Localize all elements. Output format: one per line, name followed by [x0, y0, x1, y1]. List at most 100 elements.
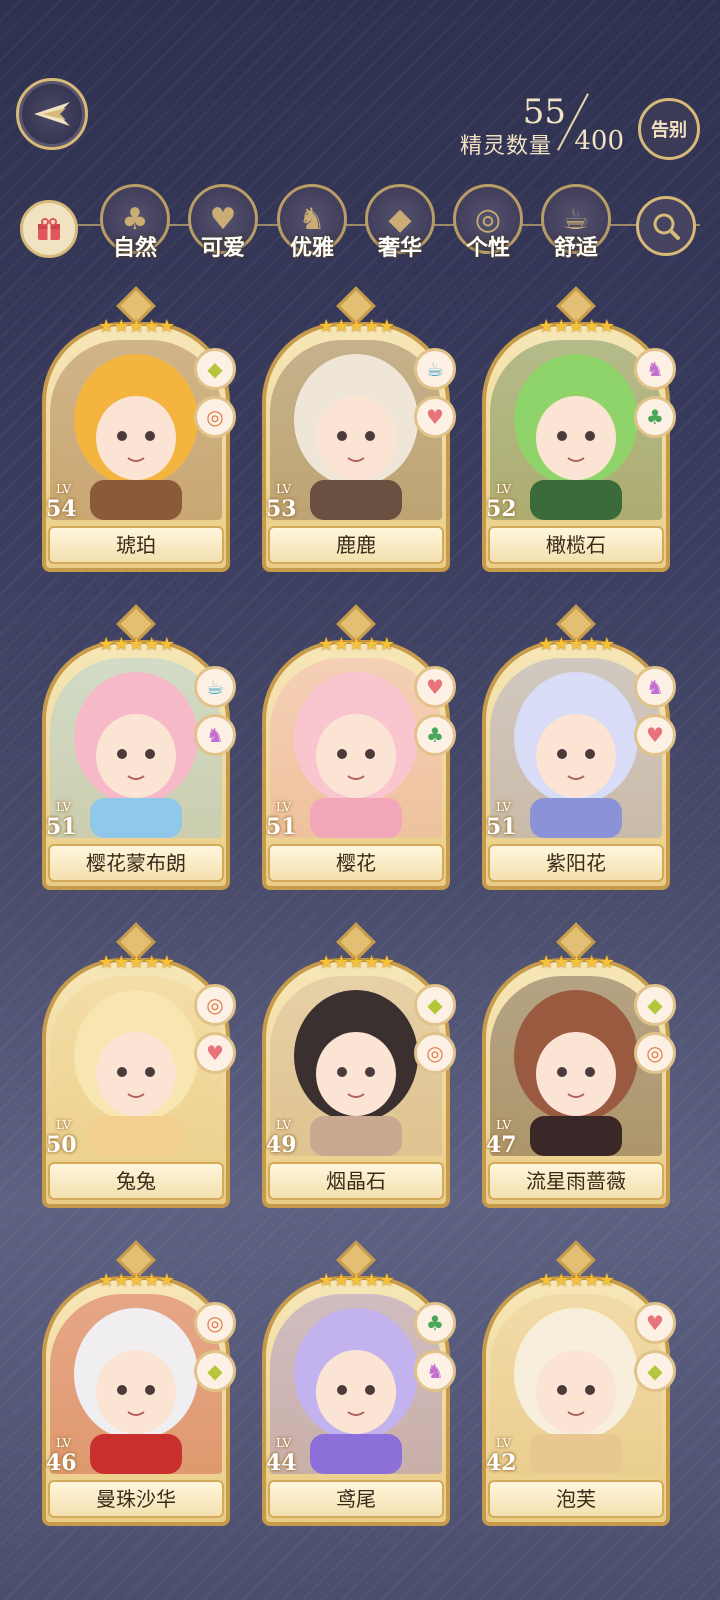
- gift-button[interactable]: [20, 200, 78, 258]
- spirit-name: 橄榄石: [488, 526, 664, 564]
- filter-glasses[interactable]: ◎ 个性: [453, 184, 523, 264]
- level-badge: LV 52: [486, 482, 526, 522]
- star-rating: ★★★★★: [318, 316, 395, 337]
- spirit-name: 樱花蒙布朗: [48, 844, 224, 882]
- spirit-card[interactable]: ★★★★★ LV 53 ☕ ♥ 鹿鹿: [262, 286, 456, 572]
- swan-icon: ♞: [194, 714, 236, 756]
- level-badge: LV 46: [46, 1436, 86, 1476]
- filter-label: 自然: [112, 236, 157, 261]
- teacup-icon: ☕: [194, 666, 236, 708]
- level-tag: LV: [276, 800, 292, 814]
- spirit-card[interactable]: ★★★★★ LV 46 ◎ ◆ 曼珠沙华: [42, 1240, 236, 1526]
- spirit-count-label: 精灵数量: [459, 134, 552, 159]
- level-badge: LV 51: [46, 800, 86, 840]
- spirit-card[interactable]: ★★★★★ LV 49 ◆ ◎ 烟晶石: [262, 922, 456, 1208]
- level-value: 47: [486, 1132, 517, 1158]
- spirit-name: 鹿鹿: [268, 526, 444, 564]
- spirit-card[interactable]: ★★★★★ LV 47 ◆ ◎ 流星雨蔷薇: [482, 922, 676, 1208]
- star-rating: ★★★★★: [98, 952, 175, 973]
- level-value: 51: [486, 814, 517, 840]
- filter-diamond[interactable]: ◆ 奢华: [365, 184, 435, 264]
- star-rating: ★★★★★: [98, 316, 175, 337]
- spirit-count: 55 精灵数量 400: [404, 88, 624, 159]
- heart-icon: ♥: [194, 1032, 236, 1074]
- spirit-name: 泡芙: [488, 1480, 664, 1518]
- spirit-name: 曼珠沙华: [48, 1480, 224, 1518]
- glasses-icon: ◎: [634, 1032, 676, 1074]
- spirit-name: 兔兔: [48, 1162, 224, 1200]
- filter-clover[interactable]: ♣ 自然: [100, 184, 170, 264]
- clover-icon: ♣: [414, 714, 456, 756]
- clover-icon: ♣: [634, 396, 676, 438]
- star-rating: ★★★★★: [318, 634, 395, 655]
- swan-icon: ♞: [414, 1350, 456, 1392]
- glasses-icon: ◎: [194, 396, 236, 438]
- star-rating: ★★★★★: [538, 634, 615, 655]
- spirit-card[interactable]: ★★★★★ LV 50 ◎ ♥ 兔兔: [42, 922, 236, 1208]
- teacup-icon: ☕: [414, 348, 456, 390]
- level-tag: LV: [56, 1118, 72, 1132]
- spirit-card[interactable]: ★★★★★ LV 52 ♞ ♣ 橄榄石: [482, 286, 676, 572]
- level-value: 46: [46, 1450, 77, 1476]
- clover-icon: ♣: [414, 1302, 456, 1344]
- spirit-card[interactable]: ★★★★★ LV 51 ♞ ♥ 紫阳花: [482, 604, 676, 890]
- wing-back-icon: [34, 102, 70, 126]
- level-tag: LV: [276, 482, 292, 496]
- heart-icon: ♥: [634, 714, 676, 756]
- spirit-card[interactable]: ★★★★★ LV 51 ☕ ♞ 樱花蒙布朗: [42, 604, 236, 890]
- level-value: 51: [46, 814, 77, 840]
- spirit-card[interactable]: ★★★★★ LV 51 ♥ ♣ 樱花: [262, 604, 456, 890]
- heart-icon: ♥: [634, 1302, 676, 1344]
- star-rating: ★★★★★: [538, 1270, 615, 1291]
- filter-label: 奢华: [377, 236, 422, 261]
- filter-label: 个性: [465, 236, 510, 261]
- level-tag: LV: [276, 1118, 292, 1132]
- star-rating: ★★★★★: [318, 952, 395, 973]
- level-tag: LV: [56, 1436, 72, 1450]
- diamond-icon: ◆: [194, 1350, 236, 1392]
- level-value: 53: [266, 496, 297, 522]
- farewell-button[interactable]: 告别: [638, 98, 700, 160]
- star-rating: ★★★★★: [538, 952, 615, 973]
- diamond-icon: ◆: [194, 348, 236, 390]
- level-value: 44: [266, 1450, 297, 1476]
- filter-swan[interactable]: ♞ 优雅: [277, 184, 347, 264]
- spirit-count-max: 400: [574, 126, 624, 156]
- star-rating: ★★★★★: [318, 1270, 395, 1291]
- level-value: 50: [46, 1132, 77, 1158]
- level-badge: LV 44: [266, 1436, 306, 1476]
- spirit-name: 樱花: [268, 844, 444, 882]
- search-button[interactable]: [636, 196, 696, 256]
- level-value: 42: [486, 1450, 517, 1476]
- level-badge: LV 51: [486, 800, 526, 840]
- spirit-name: 流星雨蔷薇: [488, 1162, 664, 1200]
- spirit-card[interactable]: ★★★★★ LV 54 ◆ ◎ 琥珀: [42, 286, 236, 572]
- gift-icon: [38, 218, 60, 240]
- diamond-icon: ◆: [414, 984, 456, 1026]
- glasses-icon: ◎: [194, 984, 236, 1026]
- level-value: 51: [266, 814, 297, 840]
- spirit-card[interactable]: ★★★★★ LV 44 ♣ ♞ 鸢尾: [262, 1240, 456, 1526]
- level-tag: LV: [496, 800, 512, 814]
- back-button[interactable]: [16, 78, 88, 150]
- filter-heart[interactable]: ♥ 可爱: [188, 184, 258, 264]
- spirit-card[interactable]: ★★★★★ LV 42 ♥ ◆ 泡芙: [482, 1240, 676, 1526]
- filter-label: 优雅: [289, 236, 334, 261]
- level-badge: LV 50: [46, 1118, 86, 1158]
- spirit-name: 烟晶石: [268, 1162, 444, 1200]
- level-badge: LV 42: [486, 1436, 526, 1476]
- search-icon: [653, 213, 680, 240]
- spirit-name: 琥珀: [48, 526, 224, 564]
- level-badge: LV 53: [266, 482, 306, 522]
- star-rating: ★★★★★: [98, 634, 175, 655]
- level-badge: LV 49: [266, 1118, 306, 1158]
- heart-icon: ♥: [414, 396, 456, 438]
- level-tag: LV: [496, 482, 512, 496]
- level-tag: LV: [496, 1118, 512, 1132]
- filter-teacup[interactable]: ☕ 舒适: [541, 184, 611, 264]
- level-badge: LV 47: [486, 1118, 526, 1158]
- spirit-name: 紫阳花: [488, 844, 664, 882]
- star-rating: ★★★★★: [538, 316, 615, 337]
- farewell-label: 告别: [651, 120, 687, 141]
- filter-label: 可爱: [200, 236, 245, 261]
